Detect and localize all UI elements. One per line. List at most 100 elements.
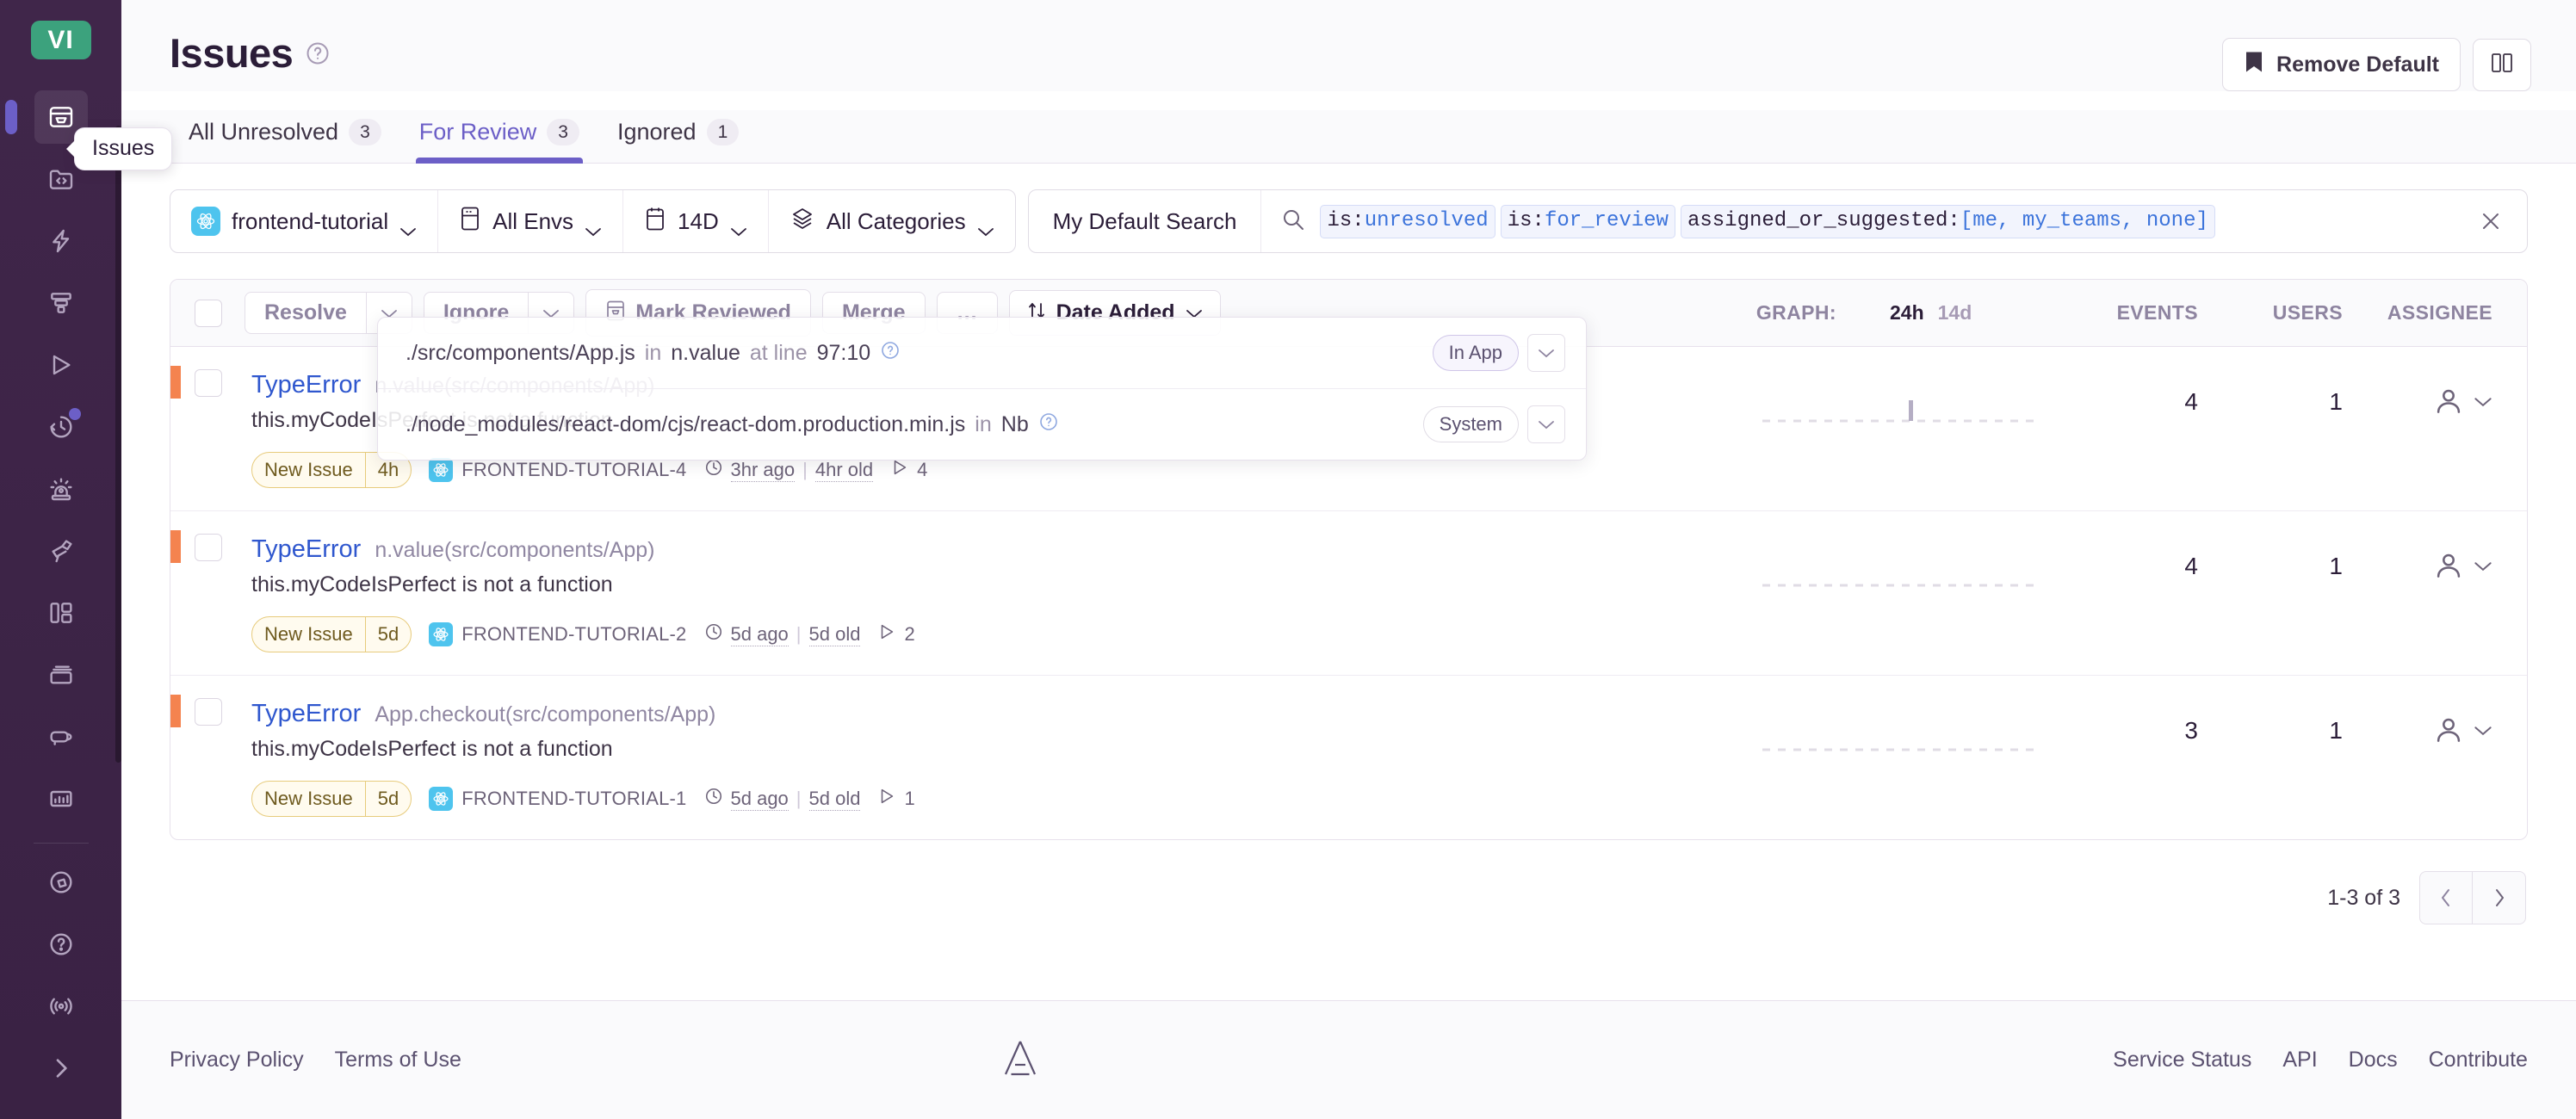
sidebar-item-insights[interactable] [34, 276, 88, 330]
sidebar-item-help[interactable] [34, 918, 88, 971]
page-footer: Privacy Policy Terms of Use Service Stat… [121, 1000, 2576, 1119]
frame-filename: ./src/components/App.js [406, 340, 635, 365]
error-level-indicator [170, 695, 181, 727]
short-id: FRONTEND-TUTORIAL-4 [461, 459, 687, 480]
date-range-selector[interactable]: 14D [622, 190, 768, 252]
terms-of-use-link[interactable]: Terms of Use [335, 1048, 461, 1073]
sidebar-item-service-incidents[interactable] [34, 980, 88, 1033]
issue-type-link[interactable]: TypeError [251, 371, 361, 399]
select-all-checkbox[interactable] [195, 299, 222, 327]
short-id-chip[interactable]: FRONTEND-TUTORIAL-4 [429, 458, 686, 482]
last-seen: 5d ago [730, 787, 789, 811]
issue-sparkline [1750, 698, 2053, 767]
service-status-link[interactable]: Service Status [2113, 1048, 2251, 1073]
sidebar-scrollbar[interactable] [115, 126, 121, 763]
calendar-icon [644, 206, 666, 238]
remove-default-button[interactable]: Remove Default [2222, 38, 2461, 91]
row-checkbox[interactable] [195, 369, 222, 397]
tab-all-unresolved[interactable]: All Unresolved 3 [170, 110, 400, 163]
issue-tabs: All Unresolved 3 For Review 3 Ignored 1 [121, 110, 2576, 164]
panel-columns-icon [2489, 52, 2515, 78]
frame-function: Nb [1000, 411, 1029, 436]
replay-count-chip[interactable]: 1 [877, 787, 915, 811]
privacy-policy-link[interactable]: Privacy Policy [170, 1048, 304, 1073]
categories-value: All Categories [826, 207, 966, 234]
environment-selector[interactable]: All Envs [437, 190, 622, 252]
graph-period-24h[interactable]: 24h [1890, 301, 1924, 325]
frame-expand-button[interactable] [1527, 334, 1565, 372]
short-id-chip[interactable]: FRONTEND-TUTORIAL-1 [429, 787, 686, 811]
contribute-link[interactable]: Contribute [2429, 1048, 2528, 1073]
row-checkbox[interactable] [195, 534, 222, 561]
timestamps: 5d ago | 5d old [704, 622, 861, 646]
sidebar-item-stats[interactable] [34, 772, 88, 825]
sidebar-item-expand[interactable] [34, 1042, 88, 1095]
categories-selector[interactable]: All Categories [767, 190, 1015, 252]
pagination: 1-3 of 3 [170, 871, 2528, 924]
users-column-label: USERS [2272, 301, 2343, 324]
sidebar-item-releases[interactable] [34, 648, 88, 702]
resolve-button[interactable]: Resolve [245, 292, 366, 334]
frame-scope-badge: In App [1432, 335, 1519, 371]
sidebar-item-discover[interactable] [34, 524, 88, 578]
table-row[interactable]: TypeError n.value(src/components/App) th… [170, 317, 2527, 511]
project-selector[interactable]: frontend-tutorial [170, 190, 437, 252]
table-row[interactable]: TypeError App.checkout(src/components/Ap… [170, 676, 2527, 839]
chevron-down-icon [399, 216, 417, 237]
row-checkbox[interactable] [195, 698, 222, 726]
sidebar-item-performance[interactable] [34, 214, 88, 268]
search-token[interactable]: is:for_review [1500, 204, 1675, 238]
issue-summary: TypeError n.value(src/components/App) th… [222, 534, 1750, 652]
graph-period-14d[interactable]: 14d [1938, 301, 1972, 325]
tab-ignored[interactable]: Ignored 1 [598, 110, 758, 163]
issue-type-link[interactable]: TypeError [251, 700, 361, 728]
sidebar-item-whats-new[interactable] [34, 856, 88, 909]
scope-filters: frontend-tutorial All Envs 14D All Categ… [170, 189, 1016, 253]
assignee-control[interactable] [2343, 534, 2506, 586]
search-tokens: is:unresolved is:for_review assigned_or_… [1320, 204, 2453, 238]
project-name: frontend-tutorial [232, 207, 389, 234]
table-row[interactable]: TypeError n.value(src/components/App) th… [170, 511, 2527, 676]
search-token[interactable]: is:unresolved [1320, 204, 1495, 238]
stacktrace-frame[interactable]: ./node_modules/react-dom/cjs/react-dom.p… [378, 388, 1586, 460]
react-logo-icon [429, 458, 454, 482]
sparkline-chart [1762, 584, 2041, 587]
tab-for-review[interactable]: For Review 3 [400, 110, 598, 164]
saved-search-selector[interactable]: My Default Search [1029, 190, 1262, 252]
short-id-chip[interactable]: FRONTEND-TUTORIAL-2 [429, 622, 686, 646]
replay-count: 2 [904, 623, 915, 645]
search-field[interactable]: is:unresolved is:for_review assigned_or_… [1261, 190, 2527, 252]
stacktrace-frame[interactable]: ./src/components/App.js in n.value at li… [378, 318, 1586, 388]
search-token[interactable]: assigned_or_suggested:[me, my_teams, non… [1680, 204, 2215, 238]
question-circle-icon[interactable] [1038, 411, 1059, 438]
time-separator: | [796, 623, 802, 645]
replay-count-chip[interactable]: 2 [877, 622, 915, 646]
sidebar-nav [0, 90, 121, 834]
replay-count-chip[interactable]: 4 [890, 458, 927, 482]
issues-tooltip: Issues [74, 127, 173, 170]
assignee-control[interactable] [2343, 698, 2506, 751]
org-avatar[interactable]: VI [30, 21, 91, 59]
previous-page-button[interactable] [2419, 871, 2473, 924]
clear-search-button[interactable] [2467, 209, 2508, 233]
frame-expand-button[interactable] [1527, 405, 1565, 443]
issues-archive-icon [47, 103, 75, 131]
replay-play-icon [890, 458, 909, 482]
docs-link[interactable]: Docs [2349, 1048, 2398, 1073]
sidebar-item-replays[interactable] [34, 338, 88, 392]
layout-toggle-button[interactable] [2473, 38, 2531, 91]
api-link[interactable]: API [2282, 1048, 2317, 1073]
issue-type-link[interactable]: TypeError [251, 535, 361, 564]
sidebar-item-alerts[interactable] [34, 462, 88, 516]
assignee-control[interactable] [2343, 369, 2506, 422]
next-page-button[interactable] [2473, 871, 2526, 924]
question-circle-icon[interactable] [305, 40, 331, 66]
sidebar-item-crons[interactable] [34, 400, 88, 454]
clock-icon [704, 787, 723, 811]
chevron-left-icon [2442, 889, 2449, 906]
first-seen: 5d old [808, 787, 861, 811]
tab-count: 1 [706, 119, 740, 145]
sidebar-item-user-feedback[interactable] [34, 710, 88, 764]
question-circle-icon[interactable] [880, 340, 901, 367]
sidebar-item-dashboards[interactable] [34, 586, 88, 640]
